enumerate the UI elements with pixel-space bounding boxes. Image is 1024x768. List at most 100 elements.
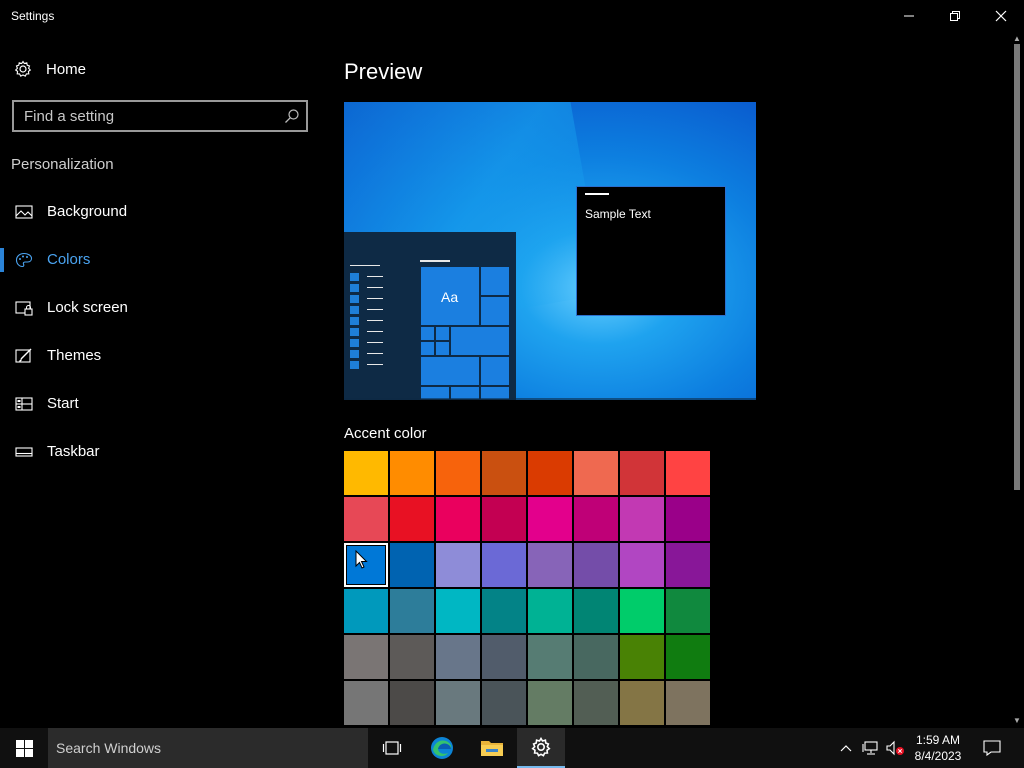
accent-color-swatch[interactable]: [574, 497, 618, 541]
accent-color-swatch[interactable]: [436, 681, 480, 725]
taskbar-search-placeholder: Search Windows: [56, 740, 162, 756]
sidebar-item-colors[interactable]: Colors: [0, 240, 320, 280]
accent-color-swatch[interactable]: [528, 451, 572, 495]
sidebar-item-label: Taskbar: [47, 443, 100, 460]
accent-color-swatch[interactable]: [390, 681, 434, 725]
home-link[interactable]: Home: [14, 58, 86, 80]
accent-color-swatch[interactable]: [344, 681, 388, 725]
home-label: Home: [46, 60, 87, 78]
accent-color-swatch[interactable]: [436, 497, 480, 541]
preview-window: Sample Text: [576, 186, 726, 316]
accent-color-swatch[interactable]: [620, 543, 664, 587]
taskbar-search-box[interactable]: Search Windows: [48, 728, 368, 768]
restore-button[interactable]: [932, 0, 978, 32]
sidebar-item-taskbar[interactable]: Taskbar: [0, 432, 320, 472]
palette-icon: [15, 252, 33, 268]
sidebar-item-label: Start: [47, 395, 79, 412]
taskbar: Search Windows 1:59 AM 8/4/2023: [0, 728, 1024, 768]
accent-color-swatch[interactable]: [666, 497, 710, 541]
settings-taskbar-button[interactable]: [517, 728, 565, 768]
sidebar-item-themes[interactable]: Themes: [0, 336, 320, 376]
accent-color-swatch[interactable]: [344, 635, 388, 679]
accent-color-swatch[interactable]: [436, 543, 480, 587]
accent-color-swatch[interactable]: [620, 451, 664, 495]
title-bar: Settings: [0, 0, 1024, 32]
task-view-button[interactable]: [368, 728, 416, 768]
volume-muted-icon: [886, 740, 904, 756]
accent-color-swatch[interactable]: [436, 635, 480, 679]
window-title: Settings: [11, 9, 55, 23]
accent-color-swatch[interactable]: [666, 451, 710, 495]
accent-color-swatch[interactable]: [482, 543, 526, 587]
accent-color-swatch[interactable]: [574, 543, 618, 587]
accent-color-swatch[interactable]: [482, 681, 526, 725]
accent-color-swatch[interactable]: [528, 543, 572, 587]
close-button[interactable]: [978, 0, 1024, 32]
accent-color-swatch[interactable]: [344, 497, 388, 541]
accent-color-swatch[interactable]: [620, 635, 664, 679]
accent-color-swatch[interactable]: [436, 451, 480, 495]
accent-color-swatch[interactable]: [666, 635, 710, 679]
accent-color-swatch[interactable]: [390, 635, 434, 679]
clock[interactable]: 1:59 AM 8/4/2023: [906, 732, 970, 764]
sidebar-item-label: Colors: [47, 251, 91, 268]
lock-screen-icon: [15, 301, 33, 316]
accent-color-swatch[interactable]: [390, 543, 434, 587]
accent-color-swatch[interactable]: [620, 589, 664, 633]
accent-color-swatch[interactable]: [390, 589, 434, 633]
accent-color-swatch[interactable]: [344, 589, 388, 633]
file-explorer-button[interactable]: [468, 728, 516, 768]
accent-color-swatch[interactable]: [574, 589, 618, 633]
preview-app-list: [350, 260, 383, 370]
accent-color-swatch[interactable]: [436, 589, 480, 633]
accent-color-swatch[interactable]: [528, 589, 572, 633]
accent-color-swatch[interactable]: [574, 451, 618, 495]
accent-color-swatch[interactable]: [528, 497, 572, 541]
scroll-up-icon[interactable]: ▲: [1013, 34, 1021, 43]
accent-color-swatch[interactable]: [482, 635, 526, 679]
show-hidden-icons-button[interactable]: [836, 728, 856, 768]
scrollbar-thumb[interactable]: [1014, 44, 1020, 490]
accent-color-swatch[interactable]: [666, 543, 710, 587]
action-center-button[interactable]: [978, 728, 1006, 768]
preview-image: Aa Sample Text: [344, 102, 756, 400]
chevron-up-icon: [840, 745, 852, 752]
volume-button[interactable]: [884, 728, 906, 768]
main-content: Preview Aa Sample Text Accent color: [320, 32, 1010, 728]
preview-tiles: Aa: [420, 266, 510, 400]
sidebar-item-start[interactable]: Start: [0, 384, 320, 424]
accent-color-swatch[interactable]: [390, 451, 434, 495]
section-label: Personalization: [11, 156, 114, 173]
clock-date: 8/4/2023: [914, 749, 962, 763]
sidebar-item-lock-screen[interactable]: Lock screen: [0, 288, 320, 328]
edge-button[interactable]: [418, 728, 466, 768]
accent-color-swatch[interactable]: [344, 451, 388, 495]
active-indicator: [0, 248, 4, 272]
accent-color-swatch[interactable]: [528, 635, 572, 679]
accent-color-swatch[interactable]: [666, 681, 710, 725]
scrollbar[interactable]: ▲ ▼: [1010, 32, 1024, 728]
accent-color-swatch[interactable]: [390, 497, 434, 541]
preview-tile-header: [420, 260, 450, 262]
accent-color-swatch[interactable]: [482, 589, 526, 633]
accent-color-swatch[interactable]: [574, 635, 618, 679]
find-setting-input[interactable]: Find a setting: [12, 100, 308, 132]
minimize-icon: [904, 15, 914, 17]
accent-color-swatch[interactable]: [528, 681, 572, 725]
sidebar-item-label: Themes: [47, 347, 102, 364]
accent-color-swatch[interactable]: [666, 589, 710, 633]
network-button[interactable]: [860, 728, 882, 768]
search-placeholder: Find a setting: [24, 108, 115, 125]
gear-icon: [14, 60, 32, 77]
start-button[interactable]: [0, 728, 48, 768]
accent-color-swatch[interactable]: [620, 497, 664, 541]
edge-icon: [431, 737, 453, 759]
accent-color-swatch[interactable]: [482, 451, 526, 495]
close-icon: [995, 10, 1007, 22]
accent-color-swatch[interactable]: [482, 497, 526, 541]
accent-color-swatch[interactable]: [620, 681, 664, 725]
accent-color-swatch[interactable]: [574, 681, 618, 725]
scroll-down-icon[interactable]: ▼: [1013, 716, 1021, 725]
sidebar-item-background[interactable]: Background: [0, 192, 320, 232]
minimize-button[interactable]: [886, 0, 932, 32]
